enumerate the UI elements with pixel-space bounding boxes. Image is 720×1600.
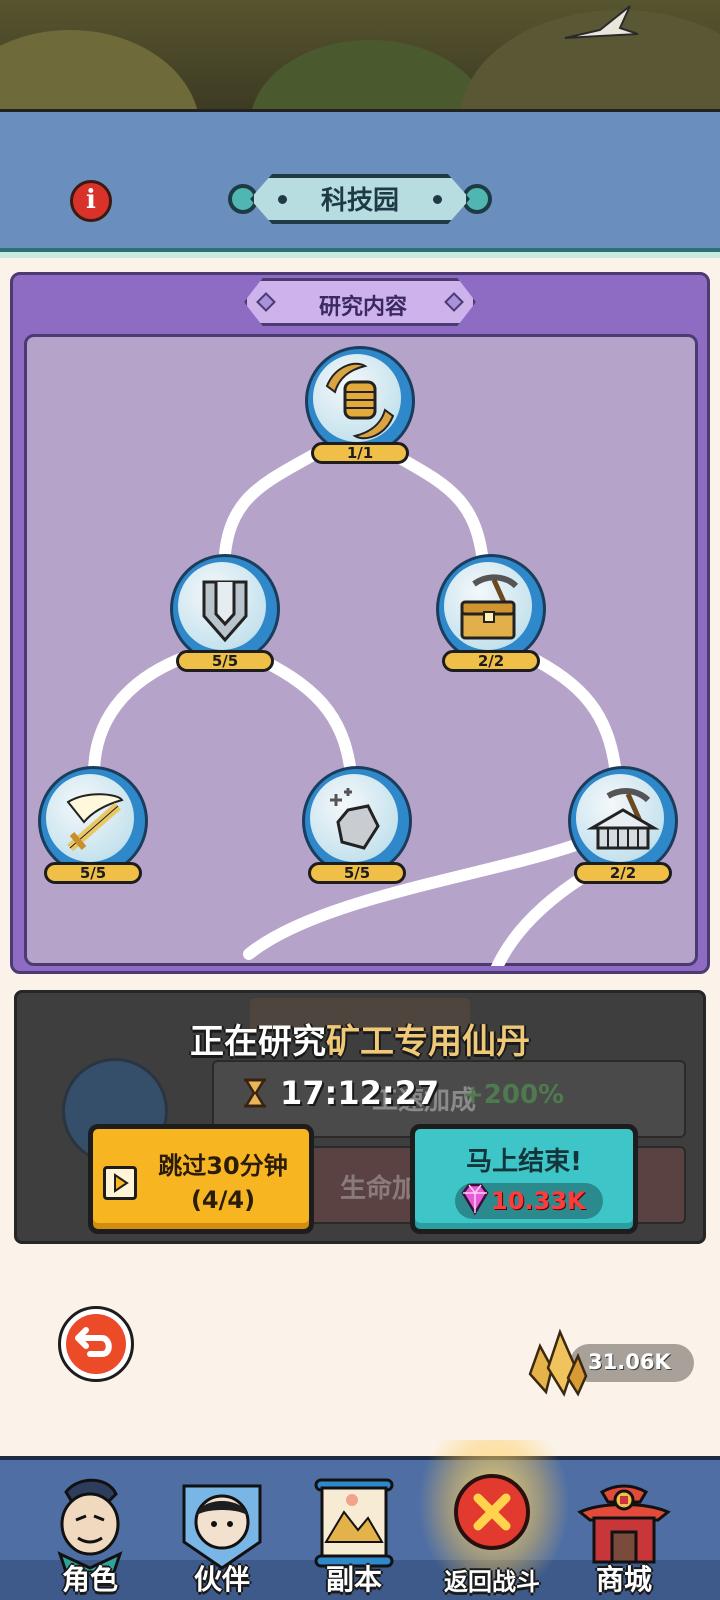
research-node-ore-stone[interactable]: 5/5 [302,766,412,894]
nav-partner-label: 伙伴 [193,1563,250,1596]
nav-partner[interactable]: 伙伴 [156,1462,288,1598]
nav-dungeon[interactable]: 副本 [288,1462,420,1598]
nav-shop-label: 商城 [595,1563,652,1596]
ore-icon [330,788,380,850]
back-arrow-icon [75,1327,112,1357]
research-section-title: 研究内容 [318,295,407,320]
nav-character-label: 角色 [61,1563,118,1596]
top-scenery [0,0,720,112]
node-level-badge: 5/5 [176,650,274,672]
title-banner: 科技园 [228,170,492,228]
node-level-badge: 5/5 [44,862,142,884]
shop-pagoda-icon [577,1484,671,1564]
research-node-mine-camp[interactable]: 2/2 [568,766,678,894]
stat1-value: +200% [462,1080,565,1110]
fist-icon [325,362,395,440]
node-level-badge: 5/5 [308,862,406,884]
research-node-mining-chest[interactable]: 2/2 [436,554,546,682]
info-button[interactable]: i [70,180,112,222]
research-node-defense-armor[interactable]: 5/5 [170,554,280,682]
page-title: 科技园 [320,186,399,216]
finish-button-label: 马上结束! [466,1147,582,1177]
nav-dungeon-label: 副本 [325,1563,382,1596]
nav-shop[interactable]: 商城 [558,1462,690,1598]
skip-label-line1: 跳过30分钟 [158,1152,288,1180]
node-level-badge: 2/2 [442,650,540,672]
pickaxe-chest-icon [460,574,519,640]
armor-icon [202,580,248,643]
research-node-power-fist[interactable]: 1/1 [305,346,415,474]
researching-status: 正在研究矿工专用仙丹 [0,1014,720,1063]
partner-icon [182,1484,262,1570]
research-section-header: 研究内容 [244,278,476,326]
video-play-icon [103,1166,137,1200]
skip-30-minutes-button[interactable]: 跳过30分钟 (4/4) [88,1124,314,1234]
nav-return-battle[interactable]: 返回战斗 [426,1462,558,1598]
node-level-badge: 1/1 [311,442,409,464]
research-node-sword-slash[interactable]: 5/5 [38,766,148,894]
timer-value: 17:12:27 [280,1074,440,1112]
crane-icon [564,5,639,39]
close-battle-icon [454,1474,530,1550]
nav-character[interactable]: 角色 [24,1462,156,1598]
pickaxe-camp-icon [586,788,660,850]
info-icon: i [86,185,96,215]
crystal-icon [528,1328,588,1397]
hourglass-icon [243,1078,267,1108]
researching-item-name: 矿工专用仙丹 [326,1022,530,1062]
character-icon [57,1478,123,1572]
skip-button-label: 跳过30分钟 (4/4) [139,1149,307,1217]
sword-icon [66,793,124,852]
back-button[interactable] [58,1306,134,1382]
node-level-badge: 2/2 [574,862,672,884]
currency-value: 31.06K [588,1350,671,1374]
researching-prefix: 正在研究 [190,1022,326,1062]
finish-now-button[interactable]: 马上结束! 10.33K [410,1124,638,1234]
finish-cost-value: 10.33K [491,1187,586,1215]
gem-icon [461,1183,489,1216]
nav-return-battle-label: 返回战斗 [444,1568,540,1596]
dungeon-scroll-icon [314,1478,394,1568]
finish-cost: 10.33K [455,1183,603,1219]
skip-label-line2: (4/4) [190,1186,256,1214]
